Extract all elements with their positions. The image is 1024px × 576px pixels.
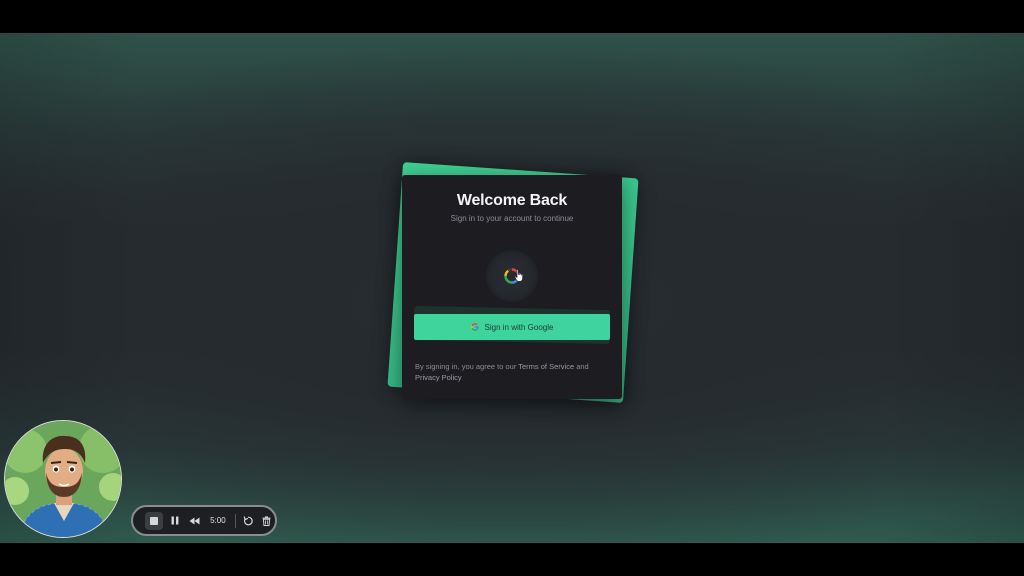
- screen-recorder-toolbar: 5:00: [131, 505, 277, 536]
- pause-recording-button[interactable]: [165, 510, 185, 532]
- letterbox-top: [0, 0, 1024, 33]
- login-title: Welcome Back: [456, 192, 568, 209]
- stop-icon: [149, 516, 158, 525]
- terms-of-service-link[interactable]: Terms of Service: [518, 362, 574, 371]
- rewind-button[interactable]: [184, 510, 204, 532]
- webcam-avatar: [4, 420, 122, 538]
- video-frame: Welcome Back Sign in to your account to …: [0, 33, 1024, 543]
- restart-recording-button[interactable]: [240, 510, 258, 532]
- login-card: Welcome Back Sign in to your account to …: [402, 175, 622, 399]
- privacy-policy-link[interactable]: Privacy Policy: [415, 373, 462, 382]
- rewind-icon: [189, 517, 200, 524]
- loading-spinner: [486, 250, 538, 302]
- sign-in-with-google-button[interactable]: Sign in with Google: [414, 314, 610, 340]
- delete-recording-button[interactable]: [257, 510, 275, 532]
- restart-icon: [244, 515, 254, 525]
- hand-cursor-icon: [514, 269, 523, 282]
- letterbox-bottom: [0, 543, 1024, 576]
- google-button-label: Sign in with Google: [484, 322, 554, 332]
- login-subtitle: Sign in to your account to continue: [450, 214, 574, 223]
- stop-recording-button[interactable]: [143, 510, 165, 532]
- recording-timer: 5:00: [210, 516, 226, 525]
- trash-icon: [262, 515, 271, 526]
- terms-notice: By signing in, you agree to our Terms of…: [415, 362, 589, 382]
- pause-icon: [171, 516, 178, 525]
- google-icon: [470, 323, 479, 331]
- presenter-avatar-image: [5, 421, 121, 537]
